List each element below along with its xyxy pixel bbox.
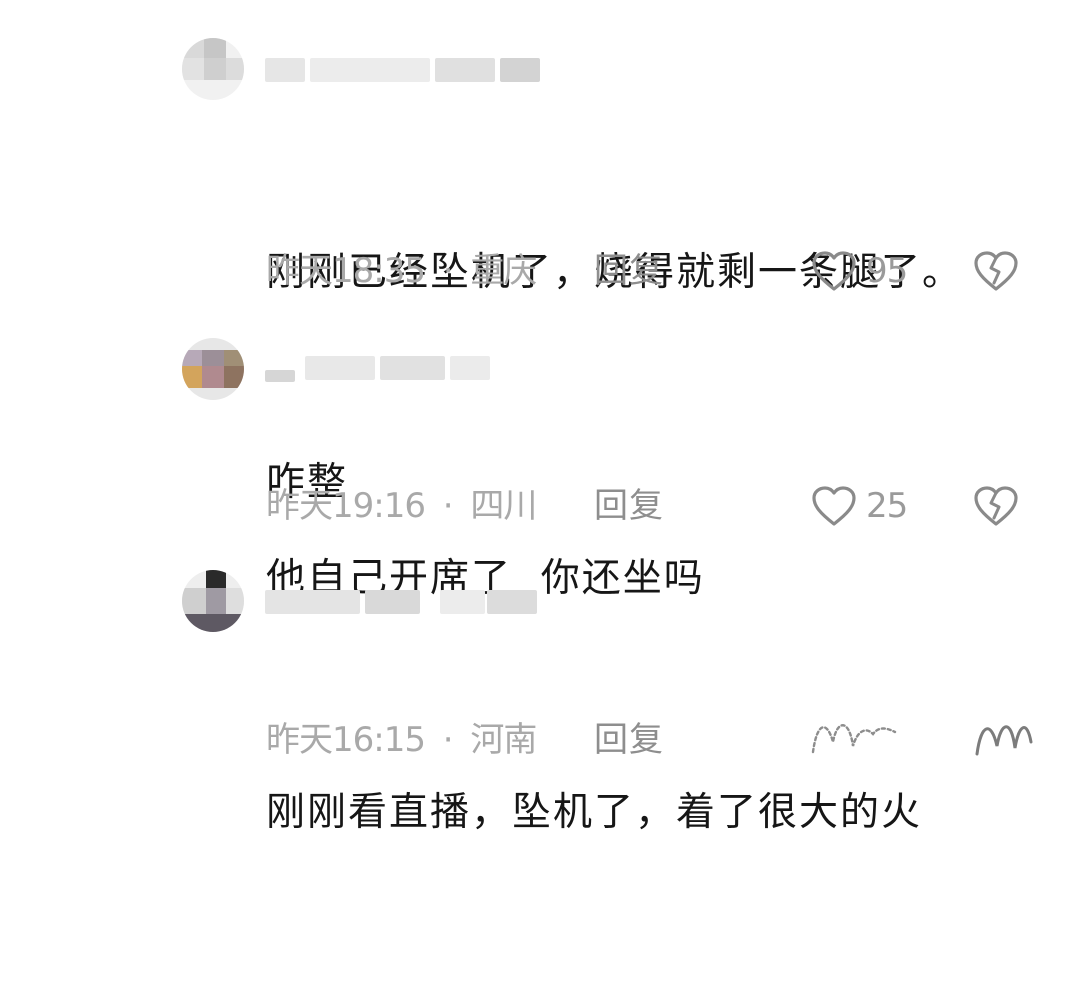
separator-dot: · <box>442 251 454 291</box>
like-count: 95 <box>866 251 908 291</box>
comment-text-line: 刚刚看直播，坠机了，着了很大的火 <box>266 790 923 835</box>
reply-button[interactable]: 回复 <box>594 716 664 764</box>
username-blurred[interactable] <box>265 590 545 616</box>
watermark-scribble <box>811 724 1033 756</box>
heart-outline-icon <box>812 486 856 526</box>
broken-heart-icon[interactable] <box>972 484 1020 528</box>
separator-dot: · <box>442 486 454 526</box>
username-blurred[interactable] <box>265 356 545 382</box>
location: 河南 <box>470 720 537 760</box>
separator-dot: · <box>442 720 454 760</box>
timestamp-location: 昨天19:16 · 四川 <box>266 482 537 530</box>
avatar[interactable] <box>182 38 244 100</box>
heart-outline-icon <box>812 251 856 291</box>
like-button[interactable]: 25 <box>810 482 920 530</box>
like-count: 25 <box>866 486 908 526</box>
avatar[interactable] <box>182 570 244 632</box>
timestamp: 昨天16:15 <box>266 720 426 760</box>
timestamp: 昨天18:35 <box>266 251 426 291</box>
comment-meta: 昨天18:35 · 重庆 回复 95 <box>266 247 1046 295</box>
reply-button[interactable]: 回复 <box>594 247 664 295</box>
location: 四川 <box>470 486 537 526</box>
broken-heart-icon[interactable] <box>972 249 1020 293</box>
reply-button[interactable]: 回复 <box>594 482 664 530</box>
username-blurred[interactable] <box>265 58 545 84</box>
timestamp: 昨天19:16 <box>266 486 426 526</box>
comment-text: 刚刚看直播，坠机了，着了很大的火 <box>266 638 1026 988</box>
like-button[interactable]: 95 <box>810 247 920 295</box>
comment-meta: 昨天19:16 · 四川 回复 25 <box>266 482 1046 530</box>
avatar[interactable] <box>182 338 244 400</box>
timestamp-location: 昨天16:15 · 河南 <box>266 716 537 764</box>
timestamp-location: 昨天18:35 · 重庆 <box>266 247 537 295</box>
location: 重庆 <box>470 251 537 291</box>
